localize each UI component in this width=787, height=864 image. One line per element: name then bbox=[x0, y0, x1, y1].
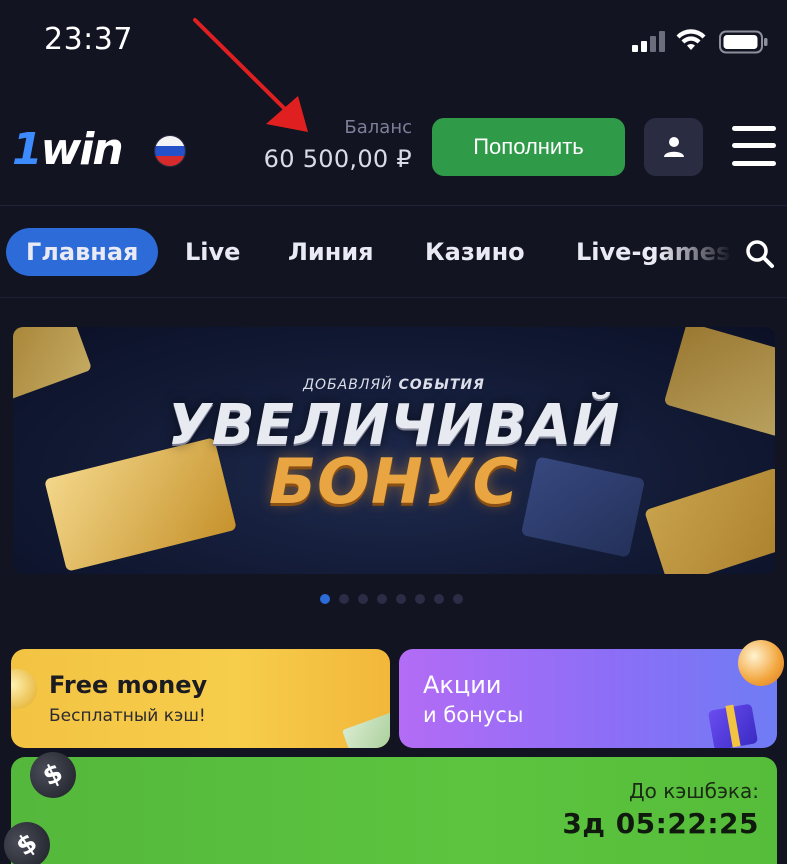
free-money-title: Free money bbox=[49, 671, 208, 699]
main-nav: Главная Live Линия Казино Live-games bbox=[0, 206, 787, 298]
banner-subtitle-prefix: ДОБАВЛЯЙ bbox=[303, 377, 393, 393]
banner-subtitle: ДОБАВЛЯЙ СОБЫТИЯ bbox=[13, 377, 775, 393]
carousel-dot[interactable] bbox=[396, 594, 406, 604]
cashback-label: До кэшбэка: bbox=[629, 779, 759, 803]
balance-label: Баланс bbox=[344, 117, 412, 138]
free-money-subtitle: Бесплатный кэш! bbox=[49, 706, 206, 726]
promo-banner[interactable]: ДОБАВЛЯЙ СОБЫТИЯ УВЕЛИЧИВАЙ БОНУС bbox=[13, 327, 775, 574]
tab-line[interactable]: Линия bbox=[288, 228, 374, 276]
carousel-dot[interactable] bbox=[377, 594, 387, 604]
tab-live[interactable]: Live bbox=[185, 228, 240, 276]
banner-headline-2: БОНУС bbox=[268, 445, 520, 518]
balance-value: 60 500,00 ₽ bbox=[263, 145, 412, 173]
search-icon[interactable] bbox=[744, 238, 776, 270]
status-time: 23:37 bbox=[44, 22, 133, 57]
wifi-icon bbox=[676, 29, 706, 50]
cellular-signal-icon bbox=[632, 30, 668, 52]
carousel-dot[interactable] bbox=[339, 594, 349, 604]
promotions-card[interactable]: Акции и бонусы bbox=[399, 649, 777, 748]
balloon-icon bbox=[738, 640, 784, 686]
app-header: 1win Баланс 60 500,00 ₽ Пополнить bbox=[0, 88, 787, 206]
cashback-timer: 3д 05:22:25 bbox=[562, 807, 759, 840]
tab-casino[interactable]: Казино bbox=[425, 228, 525, 276]
banner-subtitle-bold: СОБЫТИЯ bbox=[398, 377, 485, 393]
free-money-card[interactable]: Free money Бесплатный кэш! bbox=[11, 649, 390, 748]
promotions-title: Акции bbox=[423, 671, 502, 699]
tab-home[interactable]: Главная bbox=[6, 228, 159, 276]
carousel-dot[interactable] bbox=[453, 594, 463, 604]
hamburger-menu-icon[interactable] bbox=[732, 126, 776, 166]
battery-icon bbox=[719, 30, 768, 54]
cashback-card[interactable]: До кэшбэка: 3д 05:22:25 bbox=[11, 757, 777, 864]
carousel-dot[interactable] bbox=[320, 594, 330, 604]
deposit-button[interactable]: Пополнить bbox=[432, 118, 625, 176]
status-bar: 23:37 bbox=[0, 0, 787, 88]
banknote-icon bbox=[341, 709, 390, 748]
nav-fade bbox=[660, 206, 740, 297]
coin-icon bbox=[11, 669, 37, 709]
brand-logo[interactable]: 1win bbox=[12, 124, 124, 175]
user-icon bbox=[663, 137, 684, 157]
carousel-dots bbox=[320, 594, 463, 604]
carousel-dot[interactable] bbox=[415, 594, 425, 604]
promotions-subtitle: и бонусы bbox=[423, 703, 524, 727]
russia-flag-icon[interactable] bbox=[154, 135, 186, 167]
carousel-dot[interactable] bbox=[434, 594, 444, 604]
profile-button[interactable] bbox=[644, 118, 703, 176]
carousel-dot[interactable] bbox=[358, 594, 368, 604]
